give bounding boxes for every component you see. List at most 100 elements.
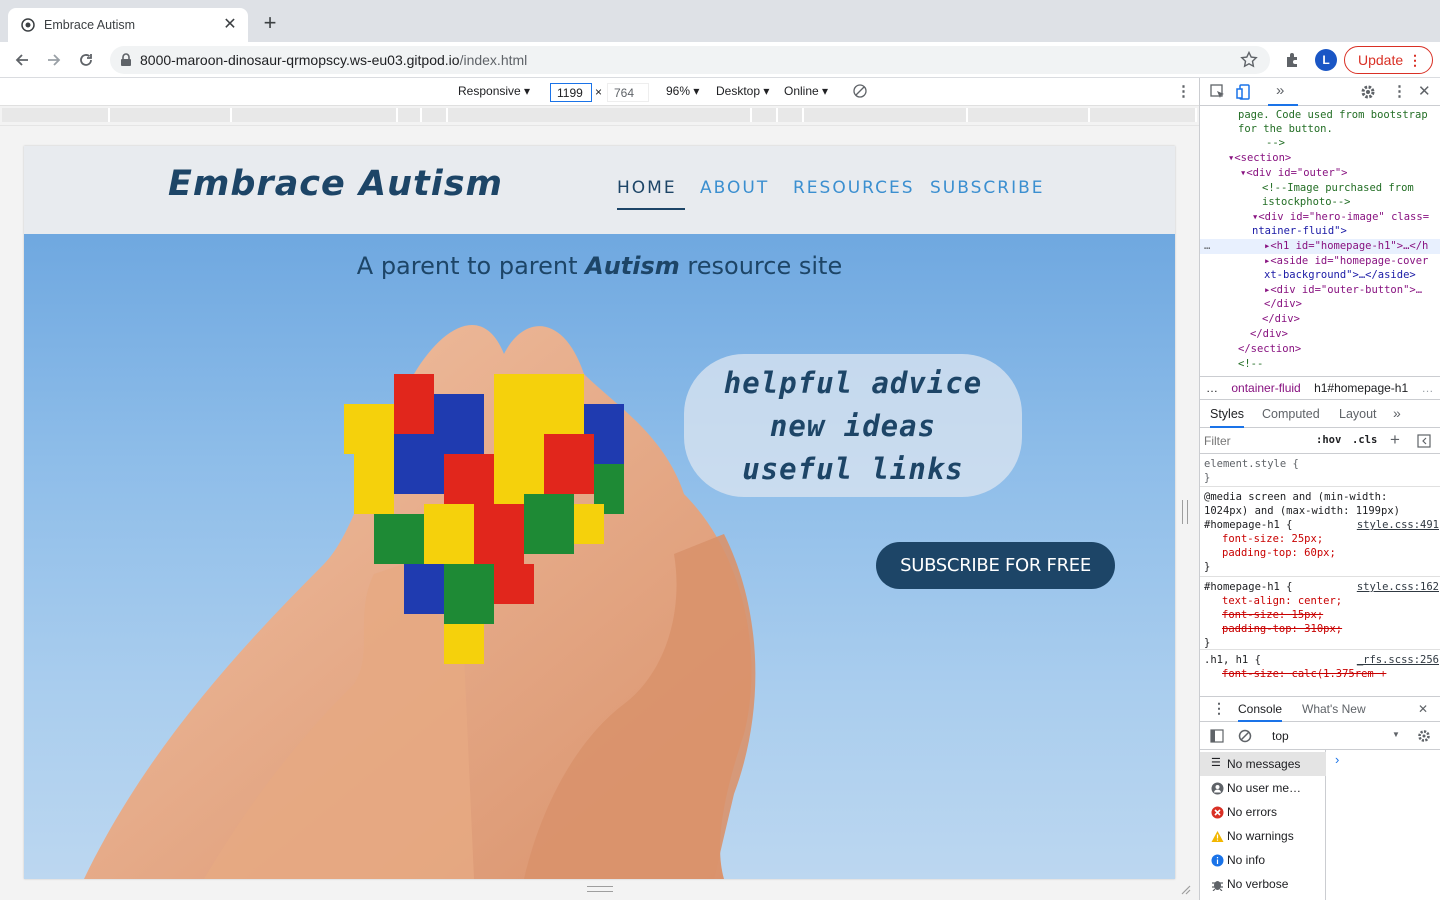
context-dropdown-icon: ▼: [1392, 730, 1400, 739]
verbose-bug-icon: [1212, 881, 1223, 891]
new-style-rule-icon[interactable]: +: [1390, 430, 1400, 450]
back-button[interactable]: [10, 48, 34, 72]
filter-messages[interactable]: ☰ No messages: [1200, 752, 1326, 776]
address-bar[interactable]: 8000-maroon-dinosaur-qrmopscy.ws-eu03.gi…: [110, 46, 1270, 74]
filter-user-messages[interactable]: No user me…: [1200, 776, 1326, 800]
dom-line-selected[interactable]: … ▸<h1 id="homepage-h1">…</h: [1200, 239, 1440, 254]
dom-line: -->: [1266, 137, 1285, 149]
dom-line: istockphoto-->: [1262, 196, 1351, 208]
css-property[interactable]: text-align: center;: [1204, 594, 1437, 608]
bottom-resize-handle[interactable]: [587, 886, 613, 892]
nav-resources[interactable]: RESOURCES: [793, 178, 915, 198]
zoom-select[interactable]: 96% ▾: [666, 84, 699, 98]
breadcrumb-item[interactable]: h1#homepage-h1: [1314, 381, 1408, 395]
width-input[interactable]: 1199: [550, 83, 592, 102]
elements-tree[interactable]: page. Code used from bootstrap for the b…: [1200, 106, 1440, 376]
device-toolbar-menu-icon[interactable]: ⋮: [1176, 82, 1191, 100]
tab-styles[interactable]: Styles: [1210, 407, 1245, 428]
css-property-overridden[interactable]: padding-top: 310px;: [1204, 622, 1437, 636]
devtools-panel: » ⋮ ✕ page. Code used from bootstrap for…: [1199, 78, 1440, 900]
dom-line: page. Code used from bootstrap: [1238, 109, 1428, 121]
subscribe-for-free-button[interactable]: SUBSCRIBE FOR FREE: [876, 542, 1115, 589]
site-header: Embrace Autism HOME ABOUT RESOURCES SUBS…: [24, 146, 1175, 234]
inspect-element-icon[interactable]: [1210, 84, 1226, 100]
height-input[interactable]: 764: [607, 83, 649, 102]
css-property-overridden[interactable]: font-size: 15px;: [1204, 608, 1437, 622]
rule-close: }: [1204, 637, 1211, 649]
context-select[interactable]: top: [1272, 729, 1289, 743]
source-link[interactable]: _rfs.scss:256: [1357, 653, 1439, 667]
network-select[interactable]: Online ▾: [784, 84, 828, 98]
console-sidebar-icon[interactable]: [1210, 729, 1224, 743]
h1-emphasis: Autism: [585, 252, 680, 280]
tab-computed[interactable]: Computed: [1262, 407, 1320, 421]
filter-verbose[interactable]: No verbose: [1200, 872, 1326, 896]
css-property-overridden[interactable]: font-size: calc(1.375rem +: [1204, 667, 1437, 681]
bubble-line-1: helpful advice: [723, 366, 983, 400]
tab-console[interactable]: Console: [1238, 702, 1283, 722]
css-property[interactable]: padding-top: 60px;: [1204, 546, 1437, 560]
device-select[interactable]: Responsive ▾: [458, 84, 530, 98]
source-link[interactable]: style.css:491: [1357, 518, 1439, 532]
media-query-ruler[interactable]: [0, 106, 1199, 126]
right-resize-handle[interactable]: [1182, 500, 1188, 524]
close-drawer-icon[interactable]: ✕: [1418, 702, 1428, 716]
close-devtools-icon[interactable]: ✕: [1418, 82, 1431, 100]
new-tab-button[interactable]: +: [258, 11, 282, 35]
site-logo[interactable]: Embrace Autism: [168, 164, 503, 204]
drawer-menu-icon[interactable]: ⋮: [1212, 700, 1226, 717]
nav-about[interactable]: ABOUT: [700, 178, 769, 198]
extensions-puzzle-icon[interactable]: [1284, 51, 1302, 69]
url-path: /index.html: [459, 52, 528, 68]
tab-whats-new[interactable]: What's New: [1302, 702, 1366, 716]
dom-line: xt-background">…</aside>: [1264, 269, 1416, 281]
browser-tab[interactable]: Embrace Autism ✕: [8, 8, 248, 42]
dom-line-text: <aside id="homepage-cover: [1270, 255, 1429, 267]
website-viewport: Embrace Autism HOME ABOUT RESOURCES SUBS…: [24, 146, 1175, 879]
filter-info[interactable]: No info: [1200, 848, 1326, 872]
corner-resize-icon[interactable]: [1179, 883, 1191, 895]
css-property[interactable]: font-size: 25px;: [1204, 532, 1437, 546]
close-tab-icon[interactable]: ✕: [222, 17, 238, 33]
bookmark-star-icon[interactable]: [1240, 51, 1258, 69]
device-label: Responsive: [458, 84, 521, 98]
console-prompt-icon[interactable]: ›: [1335, 752, 1339, 767]
profile-avatar[interactable]: L: [1315, 49, 1337, 71]
styles-tabs: Styles Computed Layout »: [1200, 400, 1440, 428]
filter-label: No messages: [1227, 757, 1301, 771]
styles-filter-input[interactable]: [1204, 432, 1300, 450]
mode-select[interactable]: Desktop ▾: [716, 84, 769, 98]
devtools-menu-icon[interactable]: ⋮: [1392, 82, 1407, 100]
more-tabs-icon[interactable]: »: [1276, 82, 1284, 99]
more-style-tabs-icon[interactable]: »: [1393, 405, 1401, 421]
tab-layout[interactable]: Layout: [1339, 407, 1377, 421]
rule-selector: #homepage-h1 {: [1204, 519, 1293, 531]
breadcrumb-item[interactable]: …: [1421, 381, 1433, 395]
breadcrumb-item[interactable]: …: [1206, 381, 1218, 395]
speech-bubble: helpful advice new ideas useful links: [684, 354, 1022, 497]
hov-toggle[interactable]: :hov: [1316, 434, 1341, 446]
dom-line: ▾<section>: [1228, 152, 1292, 164]
browser-toolbar: 8000-maroon-dinosaur-qrmopscy.ws-eu03.gi…: [0, 42, 1440, 78]
forward-button[interactable]: [42, 48, 66, 72]
settings-gear-icon[interactable]: [1360, 84, 1376, 100]
nav-home[interactable]: HOME: [617, 178, 685, 210]
breadcrumb-item[interactable]: ontainer-fluid: [1231, 381, 1300, 395]
user-icon: [1211, 782, 1224, 795]
sidebar-toggle-icon[interactable]: [1417, 434, 1431, 448]
rotate-icon[interactable]: [853, 84, 867, 98]
dom-line: </div>: [1250, 328, 1288, 340]
reload-button[interactable]: [74, 48, 98, 72]
update-button[interactable]: Update ⋮: [1344, 46, 1433, 74]
filter-errors[interactable]: No errors: [1200, 800, 1326, 824]
cls-toggle[interactable]: .cls: [1352, 434, 1377, 446]
clear-console-icon[interactable]: [1238, 729, 1252, 743]
url-host: 8000-maroon-dinosaur-qrmopscy.ws-eu03.gi…: [140, 52, 460, 68]
console-settings-icon[interactable]: [1417, 729, 1431, 743]
device-toggle-icon[interactable]: [1236, 84, 1252, 100]
back-arrow-icon: [15, 54, 28, 66]
filter-warnings[interactable]: No warnings: [1200, 824, 1326, 848]
nav-subscribe[interactable]: SUBSCRIBE: [930, 178, 1045, 198]
styles-pane[interactable]: element.style { } @media screen and (min…: [1200, 454, 1440, 696]
source-link[interactable]: style.css:162: [1357, 580, 1439, 594]
